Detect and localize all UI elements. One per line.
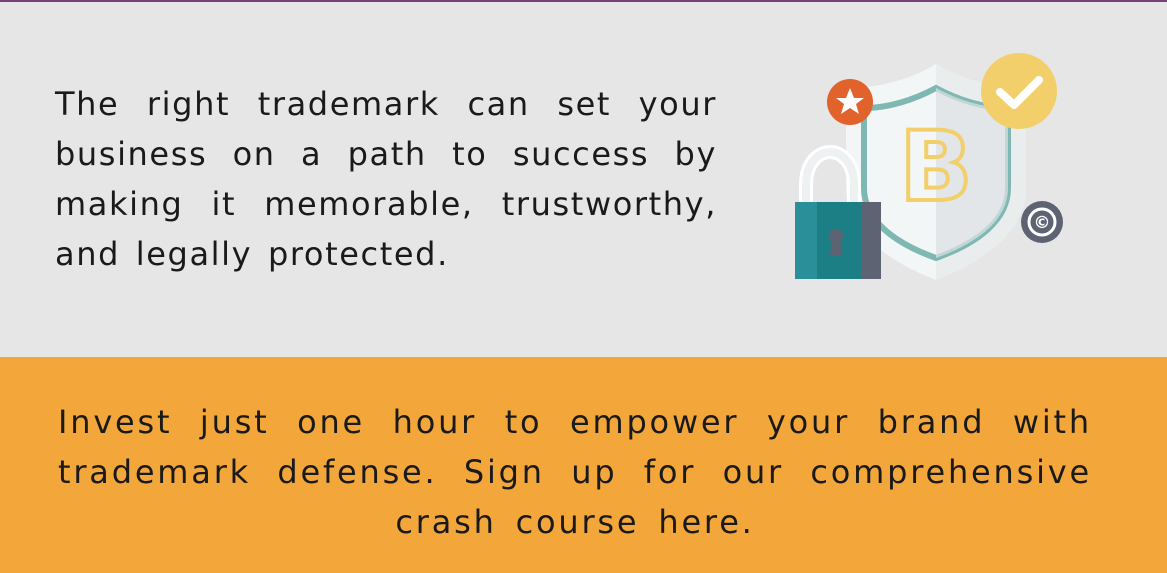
cta-paragraph: Invest just one hour to empower your bra… [58, 403, 1092, 541]
copyright-icon: © [1021, 201, 1063, 243]
intro-paragraph: The right trademark can set your busines… [55, 85, 717, 273]
checkmark-badge-icon [981, 53, 1057, 129]
copyright-symbol: © [1034, 213, 1051, 233]
shield-letter: B [899, 111, 972, 223]
star-badge-icon [827, 79, 873, 125]
trademark-protection-illustration: B © [795, 53, 1063, 280]
page: The right trademark can set your busines… [0, 0, 1167, 573]
